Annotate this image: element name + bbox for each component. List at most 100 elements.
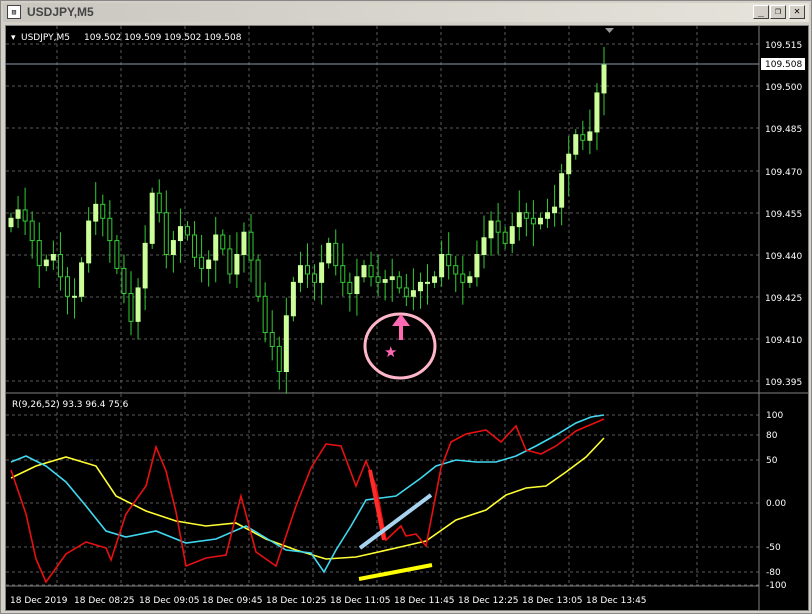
candle-bear xyxy=(248,231,254,261)
time-tick-label: 18 Dec 13:05 xyxy=(522,596,583,606)
candle-bull xyxy=(425,281,431,284)
candle-bull xyxy=(79,262,85,297)
indicator-line-red xyxy=(10,418,605,584)
candle-bull xyxy=(361,265,367,278)
candle-bull xyxy=(594,92,600,133)
close-button[interactable]: ✕ xyxy=(789,5,805,19)
price-tick-label: 109.515 xyxy=(765,41,802,51)
candle-bear xyxy=(460,273,466,283)
candle-bull xyxy=(354,276,360,295)
time-tick-label: 18 Dec 2019 xyxy=(10,596,68,606)
candle-bull xyxy=(290,281,296,317)
price-tick-label: 109.440 xyxy=(765,252,802,262)
candle-bear xyxy=(255,259,261,297)
chart-window: ▥ USDJPY,M5 _ ❐ ✕ ▾ USDJPY,M5 109.502 10… xyxy=(0,0,812,614)
candle-bull xyxy=(241,231,247,255)
indicator-tick-label: -80 xyxy=(766,568,781,578)
time-axis: 18 Dec 2019 18 Dec 08:25 18 Dec 09:05 18… xyxy=(10,596,647,606)
candle-bull xyxy=(432,276,438,283)
candle-bear xyxy=(22,209,28,222)
candle-bear xyxy=(114,240,120,269)
price-tick-label: 109.395 xyxy=(765,378,802,388)
candle-bull xyxy=(319,262,325,283)
title-bar[interactable]: ▥ USDJPY,M5 _ ❐ ✕ xyxy=(3,3,809,22)
candle-bull xyxy=(93,203,99,222)
header-dropdown-icon[interactable]: ▾ xyxy=(11,33,16,43)
minimize-button[interactable]: _ xyxy=(753,5,769,19)
indicator-tick-label: 50 xyxy=(766,456,778,466)
candle-bear xyxy=(340,265,346,283)
candle-bull xyxy=(135,287,141,322)
indicator-tick-label: 80 xyxy=(766,431,778,441)
main-grid xyxy=(6,26,759,393)
candle-bear xyxy=(57,254,63,278)
candle-bear xyxy=(64,276,70,297)
candle-bull xyxy=(8,217,14,228)
indicator-tick-label: 100 xyxy=(766,411,783,421)
candle-bear xyxy=(269,332,275,347)
candle-bull xyxy=(439,254,445,278)
candle-bear xyxy=(347,281,353,295)
header-symbol: USDJPY,M5 xyxy=(21,33,70,43)
candles-group xyxy=(8,46,607,394)
candle-bear xyxy=(220,234,226,250)
candle-bull xyxy=(516,212,522,228)
indicator-label: R(9,26,52) 93.3 96.4 75.6 xyxy=(12,400,129,410)
candle-bull xyxy=(72,295,78,298)
price-tick-label: 109.500 xyxy=(765,83,802,93)
candle-bear xyxy=(199,256,205,269)
candle-bull xyxy=(552,206,558,214)
up-arrow-icon[interactable] xyxy=(392,314,410,340)
star-icon[interactable]: ★ xyxy=(384,343,397,361)
restore-button[interactable]: ❐ xyxy=(770,5,786,19)
candle-bear xyxy=(156,192,162,214)
candle-bull xyxy=(481,237,487,256)
candle-bull xyxy=(149,192,155,244)
candle-bull xyxy=(326,242,332,264)
time-tick-label: 18 Dec 10:25 xyxy=(266,596,327,606)
candle-bear xyxy=(333,242,339,267)
candle-bull xyxy=(417,281,423,292)
candle-bull xyxy=(389,276,395,281)
shift-marker-icon[interactable] xyxy=(605,28,614,33)
candle-bear xyxy=(107,217,113,242)
candle-bear xyxy=(29,220,35,242)
chart-area[interactable]: ▾ USDJPY,M5 109.502 109.509 109.502 109.… xyxy=(5,25,809,611)
indicator-tick-label: -100 xyxy=(766,581,787,591)
chart-canvas[interactable]: ▾ USDJPY,M5 109.502 109.509 109.502 109.… xyxy=(6,26,808,610)
candle-bear xyxy=(530,217,536,225)
candle-bear xyxy=(121,267,127,295)
time-tick-label: 18 Dec 09:45 xyxy=(202,596,263,606)
time-tick-label: 18 Dec 08:25 xyxy=(74,596,135,606)
candle-bull xyxy=(50,254,56,261)
price-tick-label: 109.455 xyxy=(765,210,802,220)
indicator-tick-label: -50 xyxy=(766,543,781,553)
time-tick-label: 18 Dec 09:05 xyxy=(139,596,200,606)
chart-window-icon: ▥ xyxy=(7,5,21,19)
candle-bear xyxy=(36,240,42,267)
window-title: USDJPY,M5 xyxy=(27,5,94,19)
candle-bull xyxy=(86,220,92,264)
candle-bull xyxy=(15,209,21,219)
candle-bear xyxy=(396,276,402,289)
price-tick-label: 109.485 xyxy=(765,125,802,135)
candle-bull xyxy=(170,240,176,255)
candle-bull xyxy=(297,265,303,283)
current-price-label: 109.508 xyxy=(765,60,802,70)
candle-bull xyxy=(545,212,551,219)
candle-bear xyxy=(192,234,198,258)
candle-bull xyxy=(467,276,473,283)
candle-bull xyxy=(509,226,515,244)
indicator-grid xyxy=(6,394,759,586)
candle-bull xyxy=(601,64,607,94)
candle-bull xyxy=(213,234,219,261)
candle-bear xyxy=(276,345,282,372)
candle-bear xyxy=(523,212,529,219)
indicator-axis: 100 80 50 0.00 -50 -80 -100 xyxy=(766,411,787,591)
candle-bull xyxy=(283,315,289,372)
time-tick-label: 18 Dec 11:05 xyxy=(330,596,391,606)
indicator-line-cyan xyxy=(10,414,605,574)
candle-bull xyxy=(488,220,494,239)
price-tick-label: 109.425 xyxy=(765,294,802,304)
candle-bear xyxy=(495,220,501,233)
